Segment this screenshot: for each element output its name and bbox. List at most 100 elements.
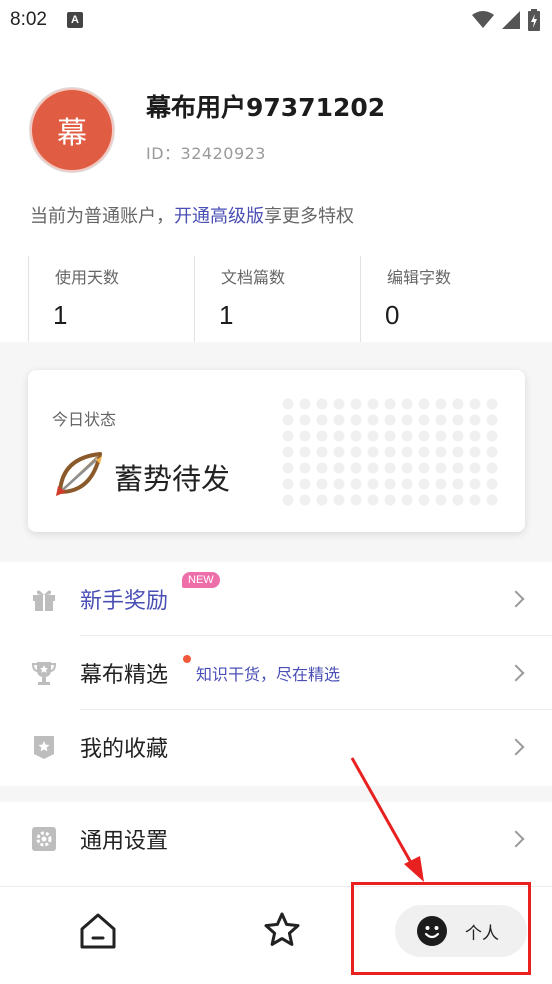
- grid-dot: [316, 478, 328, 490]
- stat-words: 编辑字数 0: [360, 256, 526, 342]
- grid-dot: [282, 398, 294, 410]
- grid-dot: [350, 414, 362, 426]
- menu-label: 我的收藏: [80, 737, 169, 762]
- grid-dot: [282, 414, 294, 426]
- grid-dot: [367, 446, 379, 458]
- grid-dot: [452, 494, 464, 506]
- menu-list-settings: 通用设置: [0, 802, 552, 876]
- grid-dot: [401, 398, 413, 410]
- grid-dot: [486, 446, 498, 458]
- grid-dot: [401, 494, 413, 506]
- grid-dot: [401, 478, 413, 490]
- grid-dot: [418, 430, 430, 442]
- grid-dot: [452, 398, 464, 410]
- grid-dot: [350, 494, 362, 506]
- grid-dot: [418, 462, 430, 474]
- grid-dot: [418, 398, 430, 410]
- grid-dot: [333, 446, 345, 458]
- grid-dot: [418, 494, 430, 506]
- grid-dot: [384, 430, 396, 442]
- tab-personal-label: 个人: [465, 923, 499, 944]
- grid-dot: [401, 446, 413, 458]
- gift-icon: [30, 585, 58, 613]
- grid-dot: [435, 430, 447, 442]
- menu-list: 新手奖励 NEW 幕布精选 知识干货，尽在精选 我的收藏: [0, 562, 552, 784]
- chevron-right-icon: [507, 738, 525, 756]
- username: 幕布用户97371202: [146, 93, 386, 122]
- grid-dot: [282, 430, 294, 442]
- grid-dot: [435, 446, 447, 458]
- menu-item-newbie-reward[interactable]: 新手奖励 NEW: [0, 562, 552, 636]
- upgrade-link[interactable]: 开通高级版: [174, 206, 264, 227]
- grid-dot: [418, 478, 430, 490]
- grid-dot: [367, 462, 379, 474]
- tab-personal[interactable]: 个人: [395, 905, 527, 957]
- grid-dot: [486, 478, 498, 490]
- chevron-right-icon: [507, 590, 525, 608]
- grid-dot: [299, 494, 311, 506]
- grid-dot: [316, 494, 328, 506]
- grid-dot: [316, 414, 328, 426]
- home-icon[interactable]: [78, 911, 118, 951]
- grid-dot: [350, 462, 362, 474]
- battery-charging-icon: [528, 9, 540, 31]
- grid-dot: [384, 494, 396, 506]
- chevron-right-icon: [507, 830, 525, 848]
- grid-dot: [452, 430, 464, 442]
- account-prefix: 当前为普通账户，: [30, 206, 174, 227]
- today-status-card[interactable]: 今日状态 蓄势待发: [28, 370, 525, 532]
- grid-dot: [469, 430, 481, 442]
- grid-dot: [401, 430, 413, 442]
- grid-dot: [384, 414, 396, 426]
- grid-dot: [350, 478, 362, 490]
- bow-arrow-icon: [56, 452, 102, 496]
- grid-dot: [452, 414, 464, 426]
- signal-icon: [502, 11, 520, 29]
- grid-dot: [299, 414, 311, 426]
- stats-row: 使用天数 1 文档篇数 1 编辑字数 0: [28, 256, 528, 342]
- grid-dot: [333, 478, 345, 490]
- status-bar: 8:02 A: [0, 0, 552, 40]
- grid-dot: [367, 494, 379, 506]
- star-icon[interactable]: [262, 910, 302, 950]
- grid-dot: [486, 414, 498, 426]
- stat-label: 使用天数: [55, 268, 120, 287]
- today-status-text: 蓄势待发: [114, 462, 231, 496]
- grid-dot: [486, 494, 498, 506]
- avatar[interactable]: 幕: [30, 88, 114, 172]
- grid-dot: [316, 462, 328, 474]
- grid-dot: [469, 414, 481, 426]
- gear-icon: [30, 825, 58, 853]
- grid-dot: [333, 398, 345, 410]
- menu-sublabel: 知识干货，尽在精选: [196, 665, 341, 684]
- grid-dot: [316, 398, 328, 410]
- grid-dot: [418, 414, 430, 426]
- grid-dot: [299, 478, 311, 490]
- menu-item-favorites[interactable]: 我的收藏: [0, 710, 552, 784]
- grid-dot: [367, 414, 379, 426]
- grid-dot: [435, 462, 447, 474]
- grid-dot: [452, 478, 464, 490]
- grid-dot: [282, 446, 294, 458]
- grid-dot: [350, 430, 362, 442]
- grid-dot: [401, 414, 413, 426]
- bookmark-star-icon: [30, 733, 58, 761]
- grid-dot: [333, 494, 345, 506]
- grid-dot: [316, 446, 328, 458]
- status-icons: [472, 9, 540, 31]
- grid-dot: [367, 398, 379, 410]
- grid-dot: [401, 462, 413, 474]
- grid-dot: [299, 430, 311, 442]
- grid-dot: [469, 478, 481, 490]
- grid-dot: [282, 462, 294, 474]
- menu-label: 幕布精选: [80, 663, 169, 688]
- grid-dot: [282, 478, 294, 490]
- stat-days: 使用天数 1: [28, 256, 194, 342]
- menu-item-featured[interactable]: 幕布精选 知识干货，尽在精选: [0, 636, 552, 710]
- menu-label: 新手奖励: [80, 589, 169, 614]
- grid-dot: [282, 494, 294, 506]
- menu-item-settings[interactable]: 通用设置: [0, 802, 552, 876]
- grid-dot: [435, 414, 447, 426]
- grid-dot: [452, 462, 464, 474]
- menu-label: 通用设置: [80, 829, 169, 854]
